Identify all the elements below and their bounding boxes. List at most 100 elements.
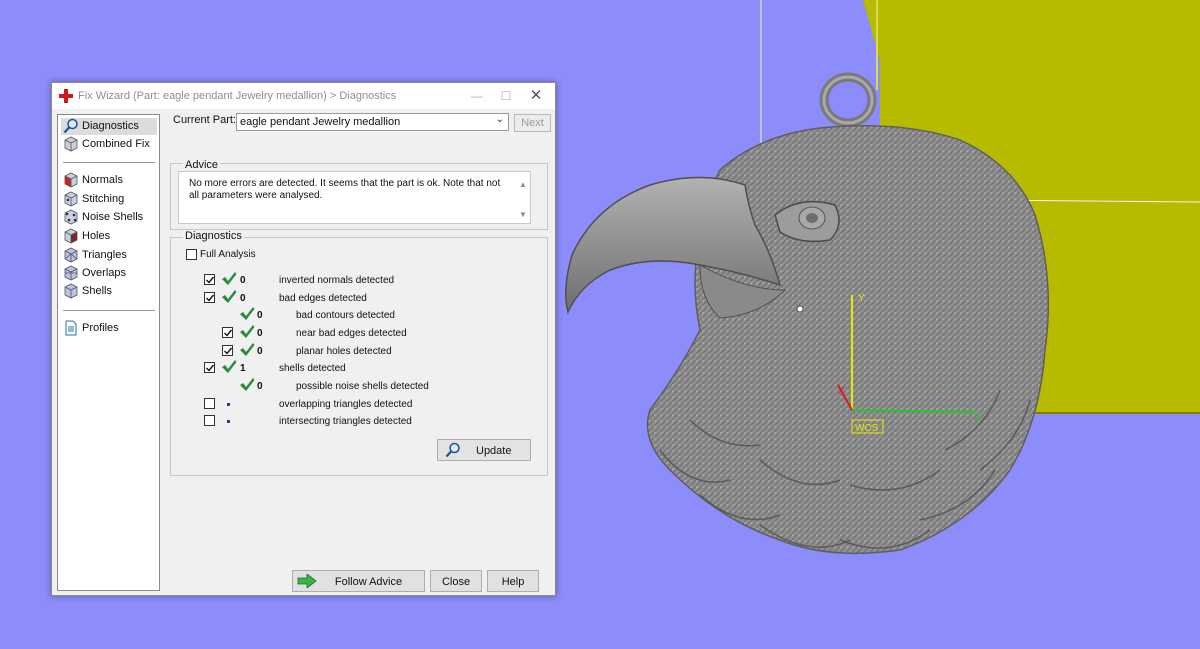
full-analysis-checkbox[interactable] [186, 249, 197, 260]
scroll-up-icon[interactable]: ▲ [519, 180, 527, 189]
sidebar-item-label: Shells [82, 285, 112, 297]
close-window-button[interactable]: ✕ [525, 87, 547, 105]
current-part-value: eagle pendant Jewelry medallion [240, 116, 401, 128]
wcs-label: WCS [855, 423, 879, 434]
eagle-pendant-model[interactable] [565, 72, 1050, 555]
sidebar-separator [63, 310, 155, 311]
diagnostic-count: 0 [257, 381, 263, 392]
next-button[interactable]: Next [514, 114, 551, 132]
diagnostic-checkbox[interactable] [204, 274, 215, 285]
window-title: Fix Wizard (Part: eagle pendant Jewelry … [78, 90, 397, 102]
diagnostic-checkbox[interactable] [204, 415, 215, 426]
sidebar-separator [63, 162, 155, 163]
sidebar-item-triangles[interactable]: Triangles [61, 247, 157, 264]
full-analysis-label: Full Analysis [200, 249, 256, 260]
follow-advice-button[interactable]: Follow Advice [292, 570, 425, 592]
normals-cube-icon [64, 172, 78, 188]
magnifier-icon [63, 118, 78, 134]
red-cross-icon [59, 89, 73, 103]
diagnostic-label: bad edges detected [279, 293, 367, 304]
sidebar-item-label: Holes [82, 230, 111, 242]
sidebar-item-label: Overlaps [82, 267, 127, 279]
stitching-cube-icon [64, 191, 78, 207]
magnifier-icon [445, 442, 460, 458]
help-label: Help [501, 576, 525, 588]
cube-icon [64, 136, 78, 152]
sidebar-item-profiles[interactable]: Profiles [61, 320, 157, 337]
shells-cube-icon [64, 283, 78, 299]
minimize-button[interactable]: — [466, 87, 488, 105]
current-part-label: Current Part: [173, 114, 236, 126]
diagnostic-checkbox[interactable] [204, 362, 215, 373]
diagnostic-label: overlapping triangles detected [279, 399, 413, 410]
green-check-icon [222, 272, 237, 285]
diagnostic-count: 0 [257, 346, 263, 357]
follow-advice-label: Follow Advice [334, 576, 403, 588]
diagnostic-count: 1 [240, 363, 246, 374]
advice-group-label: Advice [183, 159, 221, 171]
diagnostic-checkbox[interactable] [222, 345, 233, 356]
sidebar-item-overlaps[interactable]: Overlaps [61, 265, 157, 282]
current-part-select[interactable]: eagle pendant Jewelry medallion ⌄ [236, 113, 509, 131]
sidebar-item-label: Stitching [82, 193, 125, 205]
chevron-down-icon: ⌄ [495, 114, 504, 125]
sidebar-item-label: Combined Fix [82, 138, 150, 150]
diagnostic-checkbox[interactable] [204, 292, 215, 303]
z-axis-label: Z [974, 413, 980, 424]
update-button[interactable]: Update [437, 439, 531, 461]
close-button[interactable]: Close [430, 570, 482, 592]
sidebar-item-label: Profiles [82, 322, 119, 334]
fix-sidebar: Diagnostics Combined Fix Normals Stitchi… [57, 114, 160, 591]
help-button[interactable]: Help [487, 570, 539, 592]
update-label: Update [476, 445, 512, 457]
noise-shells-icon [64, 209, 78, 225]
green-check-icon [240, 307, 255, 320]
sidebar-item-shells[interactable]: Shells [61, 283, 157, 300]
green-check-icon [240, 343, 255, 356]
sidebar-item-noise-shells[interactable]: Noise Shells [61, 209, 157, 226]
green-check-icon [240, 378, 255, 391]
scroll-down-icon[interactable]: ▼ [519, 210, 527, 219]
diagnostic-label: shells detected [279, 363, 346, 374]
green-check-icon [222, 290, 237, 303]
sidebar-item-normals[interactable]: Normals [61, 172, 157, 189]
sidebar-item-label: Triangles [82, 249, 127, 261]
diagnostic-label: possible noise shells detected [296, 381, 429, 392]
diagnostic-label: intersecting triangles detected [279, 416, 412, 427]
green-check-icon [240, 325, 255, 338]
advice-textbox[interactable]: No more errors are detected. It seems th… [178, 171, 531, 224]
triangles-cube-icon [64, 247, 78, 263]
diagnostic-label: planar holes detected [296, 346, 392, 357]
maximize-button[interactable]: ☐ [495, 87, 517, 105]
diagnostics-group-label: Diagnostics [183, 230, 244, 242]
y-axis-label: Y [858, 293, 865, 304]
sidebar-item-diagnostics[interactable]: Diagnostics [61, 118, 157, 135]
diagnostic-count: 0 [240, 293, 246, 304]
x-axis-label: X [838, 386, 845, 397]
diagnostic-count: 0 [240, 275, 246, 286]
diagnostic-label: near bad edges detected [296, 328, 407, 339]
diagnostic-checkbox[interactable] [222, 327, 233, 338]
advice-scrollbar[interactable]: ▲ ▼ [516, 172, 530, 223]
diagnostic-count: 0 [257, 328, 263, 339]
sidebar-item-label: Diagnostics [82, 120, 139, 132]
not-analysed-dot-icon [227, 420, 230, 423]
title-bar[interactable]: Fix Wizard (Part: eagle pendant Jewelry … [52, 83, 555, 109]
sidebar-item-holes[interactable]: Holes [61, 228, 157, 245]
sidebar-item-combined-fix[interactable]: Combined Fix [61, 136, 157, 153]
diagnostic-count: 0 [257, 310, 263, 321]
close-label: Close [441, 576, 471, 588]
diagnostic-label: bad contours detected [296, 310, 395, 321]
not-analysed-dot-icon [227, 403, 230, 406]
sidebar-item-label: Noise Shells [82, 211, 144, 223]
diagnostic-label: inverted normals detected [279, 275, 395, 286]
overlaps-cube-icon [64, 265, 78, 281]
sidebar-item-stitching[interactable]: Stitching [61, 191, 157, 208]
document-icon [65, 320, 77, 336]
fix-wizard-dialog: Fix Wizard (Part: eagle pendant Jewelry … [51, 82, 556, 596]
sidebar-item-label: Normals [82, 174, 123, 186]
green-check-icon [222, 360, 237, 373]
diagnostic-checkbox[interactable] [204, 398, 215, 409]
advice-text: No more errors are detected. It seems th… [189, 178, 501, 201]
holes-cube-icon [64, 228, 78, 244]
